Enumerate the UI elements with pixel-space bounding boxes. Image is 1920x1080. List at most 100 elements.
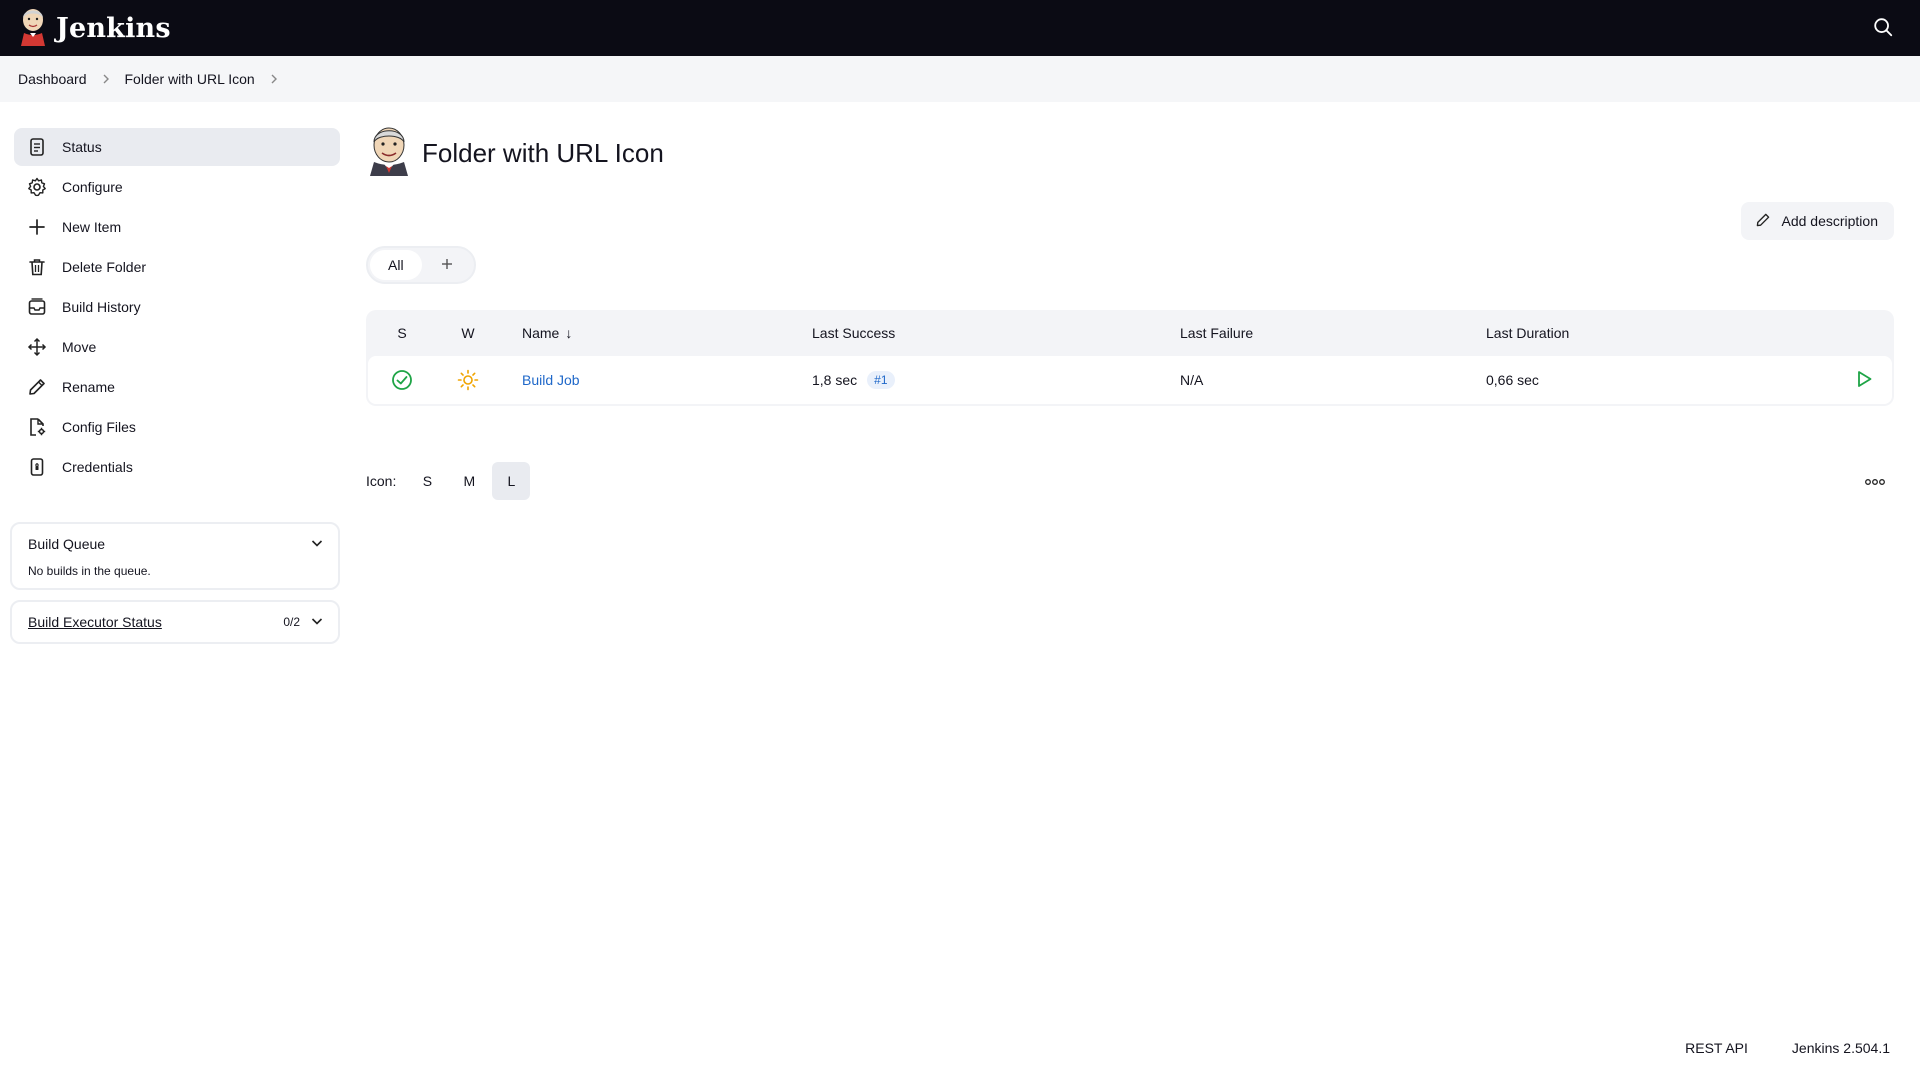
job-link[interactable]: Build Job — [522, 372, 580, 388]
jenkins-logo-icon — [18, 6, 48, 50]
sidebar-item-configure[interactable]: Configure — [14, 168, 340, 206]
actions-cell — [1786, 369, 1892, 392]
icon-size-s-label: S — [422, 473, 433, 489]
document-icon — [26, 136, 48, 158]
jobs-table: S W Name ↓ Last Success Last Failure Las… — [366, 310, 1894, 406]
sidebar-item-build-history[interactable]: Build History — [14, 288, 340, 326]
icon-size-l-label: L — [507, 473, 516, 489]
trash-icon — [26, 256, 48, 278]
jenkins-logo-link[interactable]: Jenkins — [18, 6, 171, 50]
column-last-duration[interactable]: Last Duration — [1486, 325, 1786, 341]
column-last-duration-label: Last Duration — [1486, 325, 1570, 341]
rest-api-link[interactable]: REST API — [1685, 1040, 1748, 1056]
column-last-success-label: Last Success — [812, 325, 896, 341]
column-status[interactable]: S — [368, 325, 436, 341]
sidebar-item-label: Credentials — [62, 459, 133, 475]
add-description-label: Add description — [1781, 213, 1878, 229]
move-icon — [26, 336, 48, 358]
jenkins-version-link[interactable]: Jenkins 2.504.1 — [1792, 1040, 1890, 1056]
footer: REST API Jenkins 2.504.1 — [1685, 1040, 1890, 1056]
weather-sunny-icon — [436, 369, 500, 391]
job-name-cell: Build Job — [500, 372, 812, 388]
column-last-failure[interactable]: Last Failure — [1180, 325, 1486, 341]
build-queue-body: No builds in the queue. — [12, 564, 338, 588]
sidebar-item-label: Configure — [62, 179, 123, 195]
last-failure-cell: N/A — [1180, 372, 1486, 388]
build-queue-header[interactable]: Build Queue — [12, 524, 338, 564]
plus-icon — [440, 257, 454, 274]
history-icon — [26, 296, 48, 318]
last-success-time: 1,8 sec — [812, 372, 858, 388]
folder-url-icon — [366, 126, 412, 180]
chevron-right-icon — [101, 73, 111, 85]
last-duration-cell: 0,66 sec — [1486, 372, 1786, 388]
chevron-down-icon[interactable] — [310, 536, 324, 553]
executor-status-link[interactable]: Build Executor Status — [28, 614, 162, 630]
executor-count: 0/2 — [283, 615, 300, 629]
plus-icon — [26, 216, 48, 238]
column-last-success[interactable]: Last Success — [812, 325, 1180, 341]
build-queue-panel: Build Queue No builds in the queue. — [10, 522, 340, 590]
sidebar-item-config-files[interactable]: Config Files — [14, 408, 340, 446]
main-content: Folder with URL Icon Add description All… — [366, 126, 1894, 500]
brand-name: Jenkins — [56, 12, 171, 44]
icon-size-selector: Icon: S M L — [366, 462, 531, 500]
credentials-icon — [26, 456, 48, 478]
gear-icon — [26, 176, 48, 198]
sidebar-item-delete-folder[interactable]: Delete Folder — [14, 248, 340, 286]
tab-label: All — [388, 257, 404, 273]
sidebar-item-credentials[interactable]: Credentials — [14, 448, 340, 486]
tab-all[interactable]: All — [370, 250, 422, 280]
icon-size-l[interactable]: L — [492, 462, 531, 500]
sidebar-item-status[interactable]: Status — [14, 128, 340, 166]
config-file-icon — [26, 416, 48, 438]
sidebar-item-label: New Item — [62, 219, 122, 235]
build-queue-title: Build Queue — [28, 536, 106, 552]
executor-status-header: Build Executor Status 0/2 — [12, 602, 338, 642]
sidebar-item-label: Status — [62, 139, 102, 155]
column-weather-label: W — [461, 325, 475, 341]
sidebar-item-label: Rename — [62, 379, 115, 395]
last-success-cell: 1,8 sec #1 — [812, 371, 1180, 389]
build-number-link[interactable]: #1 — [867, 371, 895, 389]
column-last-failure-label: Last Failure — [1180, 325, 1254, 341]
chevron-right-icon[interactable] — [269, 73, 279, 85]
column-weather[interactable]: W — [436, 325, 500, 341]
sidebar-item-label: Move — [62, 339, 97, 355]
icon-size-m[interactable]: M — [450, 462, 488, 500]
sidebar: Status Configure New Item Delete Folder … — [10, 128, 340, 644]
table-header: S W Name ↓ Last Success Last Failure Las… — [368, 310, 1892, 356]
icon-size-label: Icon: — [366, 473, 397, 489]
page-header: Folder with URL Icon — [366, 126, 1894, 180]
executor-status-panel: Build Executor Status 0/2 — [10, 600, 340, 644]
top-header: Jenkins — [0, 0, 1920, 56]
sidebar-item-label: Build History — [62, 299, 141, 315]
add-view-button[interactable] — [422, 250, 472, 280]
last-duration-value: 0,66 sec — [1486, 372, 1539, 388]
search-icon[interactable] — [1872, 16, 1896, 40]
sidebar-item-label: Delete Folder — [62, 259, 147, 275]
sidebar-item-new-item[interactable]: New Item — [14, 208, 340, 246]
sidebar-item-label: Config Files — [62, 419, 136, 435]
breadcrumb-folder[interactable]: Folder with URL Icon — [125, 71, 255, 87]
icon-size-m-label: M — [463, 473, 476, 489]
last-failure-value: N/A — [1180, 372, 1204, 388]
page-title: Folder with URL Icon — [422, 137, 664, 168]
sidebar-item-move[interactable]: Move — [14, 328, 340, 366]
icon-size-s[interactable]: S — [408, 462, 446, 500]
pencil-icon — [1755, 212, 1771, 231]
chevron-down-icon[interactable] — [310, 614, 324, 631]
column-name-label: Name — [522, 325, 560, 341]
table-row: Build Job 1,8 sec #1 N/A 0,66 sec — [368, 356, 1892, 404]
build-queue-empty-text: No builds in the queue. — [28, 564, 151, 578]
sidebar-item-rename[interactable]: Rename — [14, 368, 340, 406]
status-success-icon — [368, 369, 436, 391]
more-options-icon[interactable] — [1860, 470, 1890, 494]
breadcrumb-dashboard[interactable]: Dashboard — [18, 71, 87, 87]
play-icon[interactable] — [1854, 369, 1874, 392]
column-status-label: S — [397, 325, 407, 341]
sort-arrow-icon: ↓ — [565, 325, 573, 341]
view-tabs: All — [366, 246, 476, 284]
add-description-button[interactable]: Add description — [1741, 202, 1894, 240]
column-name[interactable]: Name ↓ — [500, 325, 812, 341]
